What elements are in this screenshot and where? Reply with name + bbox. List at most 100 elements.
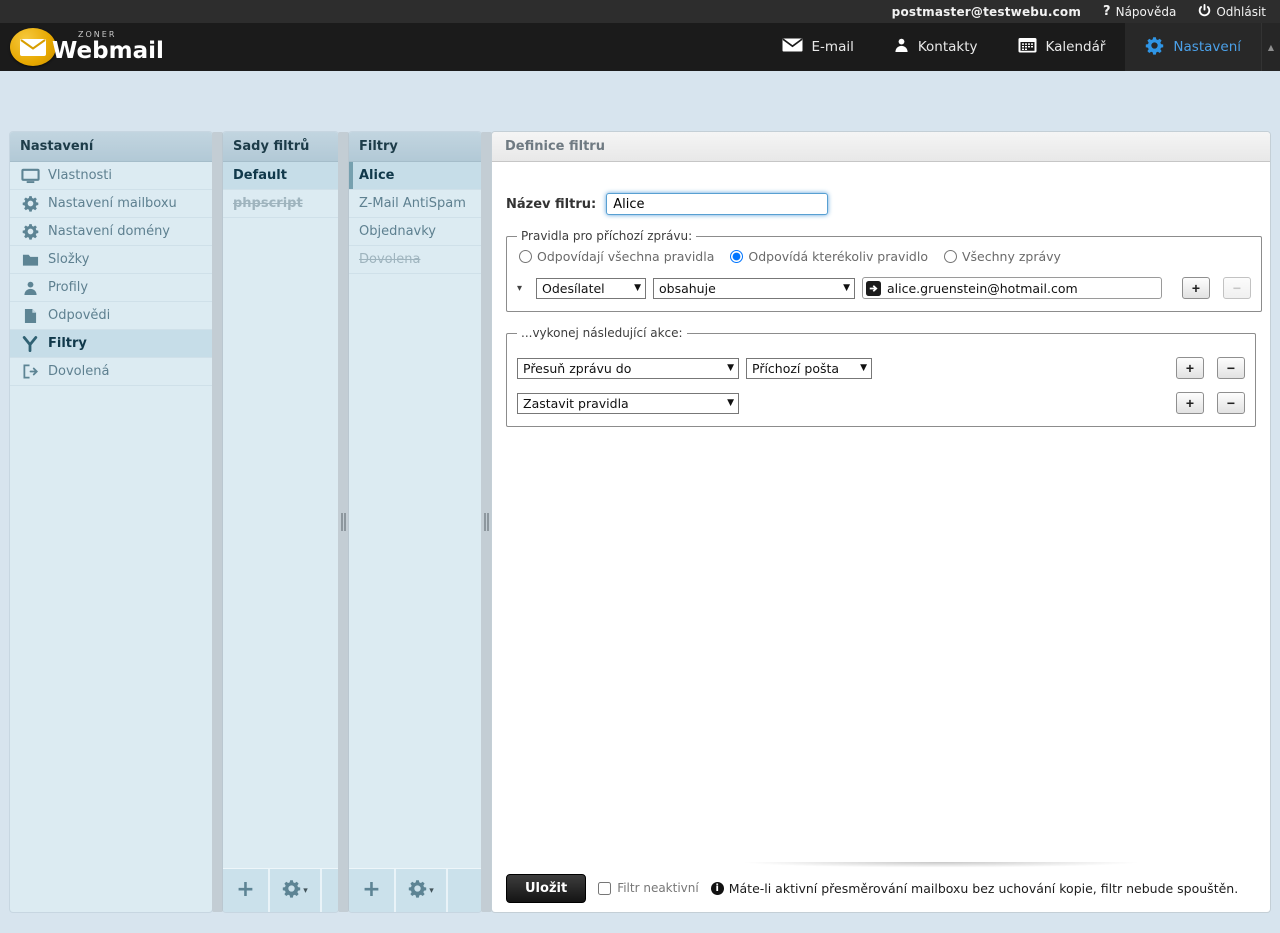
logout-link[interactable]: Odhlásit: [1198, 3, 1266, 20]
rule-operator-select[interactable]: obsahuje: [653, 277, 855, 299]
sidebar-item-filtry[interactable]: Filtry: [10, 330, 212, 358]
sidebar-item-nastaveni-mailboxu[interactable]: Nastavení mailboxu: [10, 190, 212, 218]
folder-icon: [20, 253, 40, 267]
main-nav: E-mail Kontakty Kalendář Nastavení ▲: [762, 23, 1280, 71]
column-splitter[interactable]: [481, 132, 492, 912]
radio-input[interactable]: [730, 250, 744, 263]
help-link[interactable]: ? Nápověda: [1103, 4, 1176, 19]
sidebar-item-vlastnosti[interactable]: Vlastnosti: [10, 162, 212, 190]
insert-variable-icon[interactable]: [866, 281, 881, 300]
radio-match-all[interactable]: Odpovídají všechna pravidla: [519, 249, 714, 264]
remove-action-button[interactable]: −: [1217, 392, 1245, 414]
sidebar-item-slozky[interactable]: Složky: [10, 246, 212, 274]
document-icon: [20, 308, 40, 324]
filter-item-dovolena[interactable]: Dovolena: [349, 246, 481, 274]
collapse-nav-button[interactable]: ▲: [1261, 23, 1280, 71]
add-action-button[interactable]: +: [1176, 392, 1204, 414]
filter-set-item-phpscript[interactable]: phpscript: [223, 190, 338, 218]
filter-item-objednavky[interactable]: Objednavky: [349, 218, 481, 246]
calendar-icon: [1018, 37, 1037, 57]
brand-logo[interactable]: ZONER Webmail: [10, 23, 180, 71]
filter-set-item-default[interactable]: Default: [223, 162, 338, 190]
panel-title: Definice filtru: [492, 132, 1270, 162]
gear-icon: [1145, 36, 1164, 59]
action-row: Přesuň zprávu do ▼ Příchozí pošta ▼ + −: [517, 357, 1245, 379]
filter-menu-button[interactable]: ▾: [396, 869, 448, 912]
filter-definition-panel: Definice filtru Název filtru: Pravidla p…: [492, 132, 1270, 912]
action-type-select[interactable]: Přesuň zprávu do: [517, 357, 739, 379]
add-action-button[interactable]: +: [1176, 357, 1204, 379]
brand-envelope-icon: [10, 28, 56, 66]
radio-match-any[interactable]: Odpovídá kterékoliv pravidlo: [730, 249, 928, 264]
monitor-icon: [20, 168, 40, 184]
list-item-label: Z-Mail AntiSpam: [359, 196, 466, 211]
topbar: postmaster@testwebu.com ? Nápověda Odhlá…: [0, 0, 1280, 23]
radio-label: Odpovídá kterékoliv pravidlo: [748, 249, 928, 264]
filter-name-label: Název filtru:: [506, 196, 597, 212]
settings-menu-panel: Nastavení Vlastnosti Nastavení mailboxu …: [10, 132, 212, 912]
filter-name-input[interactable]: [606, 193, 829, 215]
rules-fieldset: Pravidla pro příchozí zprávu: Odpovídají…: [506, 229, 1262, 312]
remove-action-button[interactable]: −: [1217, 357, 1245, 379]
plus-icon: +: [362, 876, 381, 902]
filter-set-menu-button[interactable]: ▾: [270, 869, 322, 912]
navbar: ZONER Webmail E-mail Kontakty Kalendář N…: [0, 23, 1280, 71]
column-splitter[interactable]: [212, 132, 223, 912]
sidebar-item-label: Nastavení mailboxu: [48, 196, 177, 211]
action-row: Zastavit pravidla ▼ + −: [517, 392, 1245, 414]
gear-icon: [282, 879, 301, 902]
footer-note-text: Máte-li aktivní přesměrování mailboxu be…: [728, 880, 1239, 896]
action-type-select[interactable]: Zastavit pravidla: [517, 392, 739, 414]
sidebar-item-dovolena[interactable]: Dovolená: [10, 358, 212, 386]
list-item-label: Dovolena: [359, 252, 421, 267]
add-rule-button[interactable]: +: [1182, 277, 1210, 299]
add-filter-set-button[interactable]: +: [223, 869, 270, 912]
filter-item-zmail-antispam[interactable]: Z-Mail AntiSpam: [349, 190, 481, 218]
filter-sets-panel: Sady filtrů Default phpscript + ▾: [223, 132, 338, 912]
sidebar-item-label: Vlastnosti: [48, 168, 113, 183]
nav-item-settings[interactable]: Nastavení: [1125, 23, 1261, 71]
chevron-down-icon: ▾: [303, 885, 308, 896]
actions-legend: ...vykonej následující akce:: [521, 326, 683, 340]
filter-item-alice[interactable]: Alice: [349, 162, 481, 190]
sidebar-item-nastaveni-domeny[interactable]: Nastavení domény: [10, 218, 212, 246]
plus-icon: +: [236, 876, 255, 902]
rule-value-input[interactable]: [862, 277, 1162, 299]
rule-field-select[interactable]: Odesílatel: [536, 277, 646, 299]
chevron-up-icon: ▲: [1267, 42, 1275, 52]
nav-label: Kalendář: [1045, 39, 1106, 55]
list-item-label: Default: [233, 168, 287, 183]
filter-inactive-label: Filtr neaktivní: [617, 881, 699, 895]
info-icon: i: [710, 881, 724, 895]
rule-expand-caret-icon[interactable]: ▾: [517, 283, 529, 294]
action-target-select[interactable]: Příchozí pošta: [746, 357, 872, 379]
list-item-label: phpscript: [233, 196, 303, 211]
sidebar-item-profily[interactable]: Profily: [10, 274, 212, 302]
add-filter-button[interactable]: +: [349, 869, 396, 912]
match-mode-radios: Odpovídají všechna pravidla Odpovídá kte…: [519, 249, 1251, 264]
radio-input[interactable]: [943, 250, 957, 263]
radio-all-messages[interactable]: Všechny zprávy: [943, 249, 1061, 264]
nav-item-contacts[interactable]: Kontakty: [874, 23, 998, 71]
filter-inactive-checkbox[interactable]: [598, 881, 612, 895]
rule-row: ▾ Odesílatel ▼ obsahuje ▼ + −: [517, 277, 1251, 299]
sidebar-item-odpovedi[interactable]: Odpovědi: [10, 302, 212, 330]
nav-label: Nastavení: [1173, 39, 1241, 55]
nav-label: E-mail: [811, 39, 854, 55]
actions-fieldset: ...vykonej následující akce: Přesuň zprá…: [506, 326, 1256, 427]
save-button[interactable]: Uložit: [506, 873, 587, 903]
nav-item-email[interactable]: E-mail: [762, 23, 874, 71]
logout-door-icon: [20, 364, 40, 379]
logout-label: Odhlásit: [1216, 4, 1266, 19]
sidebar-item-label: Odpovědi: [48, 308, 111, 323]
filter-inactive-toggle[interactable]: Filtr neaktivní: [598, 881, 699, 895]
column-splitter[interactable]: [338, 132, 349, 912]
nav-item-calendar[interactable]: Kalendář: [998, 23, 1126, 71]
radio-input[interactable]: [519, 250, 532, 263]
settings-menu-title: Nastavení: [10, 132, 212, 162]
content-area: Nastavení Vlastnosti Nastavení mailboxu …: [10, 132, 1270, 912]
filter-sets-title: Sady filtrů: [223, 132, 338, 162]
footer-note: i Máte-li aktivní přesměrování mailboxu …: [710, 880, 1239, 896]
sidebar-item-label: Dovolená: [48, 364, 110, 379]
filter-name-row: Název filtru:: [506, 193, 1270, 215]
